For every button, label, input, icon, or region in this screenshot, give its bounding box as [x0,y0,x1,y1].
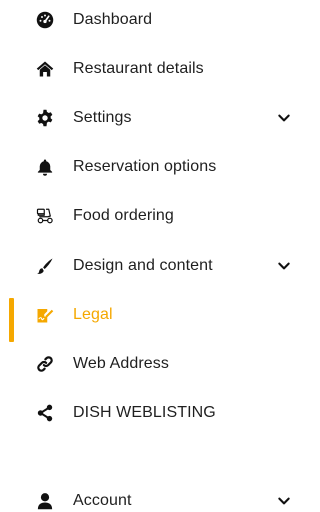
sidebar-item-label: Dashboard [73,11,153,28]
sidebar-item-legal[interactable]: Legal [0,295,297,342]
sidebar-item-design-and-content[interactable]: Design and content [0,246,297,286]
signature-icon [34,304,56,326]
chevron-down-icon[interactable] [277,259,291,273]
brush-icon [34,255,56,277]
link-icon [34,353,56,375]
chevron-down-icon[interactable] [277,111,291,125]
sidebar-item-restaurant-details[interactable]: Restaurant details [0,49,297,89]
sidebar-item-label: Restaurant details [73,60,204,77]
gear-icon [34,107,56,129]
sidebar-item-dish-weblisting[interactable]: DISH WEBLISTING [0,393,297,433]
speedometer-icon [34,9,56,31]
sidebar-item-label: Design and content [73,257,213,274]
bell-icon [34,156,56,178]
sidebar-item-label: Reservation options [73,158,217,175]
user-icon [34,490,56,512]
sidebar-item-label: Legal [73,306,113,323]
active-indicator [9,298,14,342]
sidebar-item-settings[interactable]: Settings [0,98,297,138]
sidebar-item-reservation-options[interactable]: Reservation options [0,147,297,187]
sidebar-nav: Dashboard Restaurant details Settings Re… [0,0,297,512]
chevron-down-icon[interactable] [277,494,291,508]
sidebar-item-dashboard[interactable]: Dashboard [0,0,297,40]
sidebar-item-web-address[interactable]: Web Address [0,344,297,384]
sidebar-item-label: Account [73,492,132,509]
sidebar-item-account[interactable]: Account [0,481,297,512]
sidebar-item-food-ordering[interactable]: Food ordering [0,196,297,236]
sidebar-item-label: Web Address [73,355,169,372]
home-icon [34,58,56,80]
sidebar-item-label: Food ordering [73,207,174,224]
sidebar-item-label: Settings [73,109,132,126]
sidebar-item-label: DISH WEBLISTING [73,404,216,421]
scooter-icon [34,205,56,227]
share-icon [34,402,56,424]
